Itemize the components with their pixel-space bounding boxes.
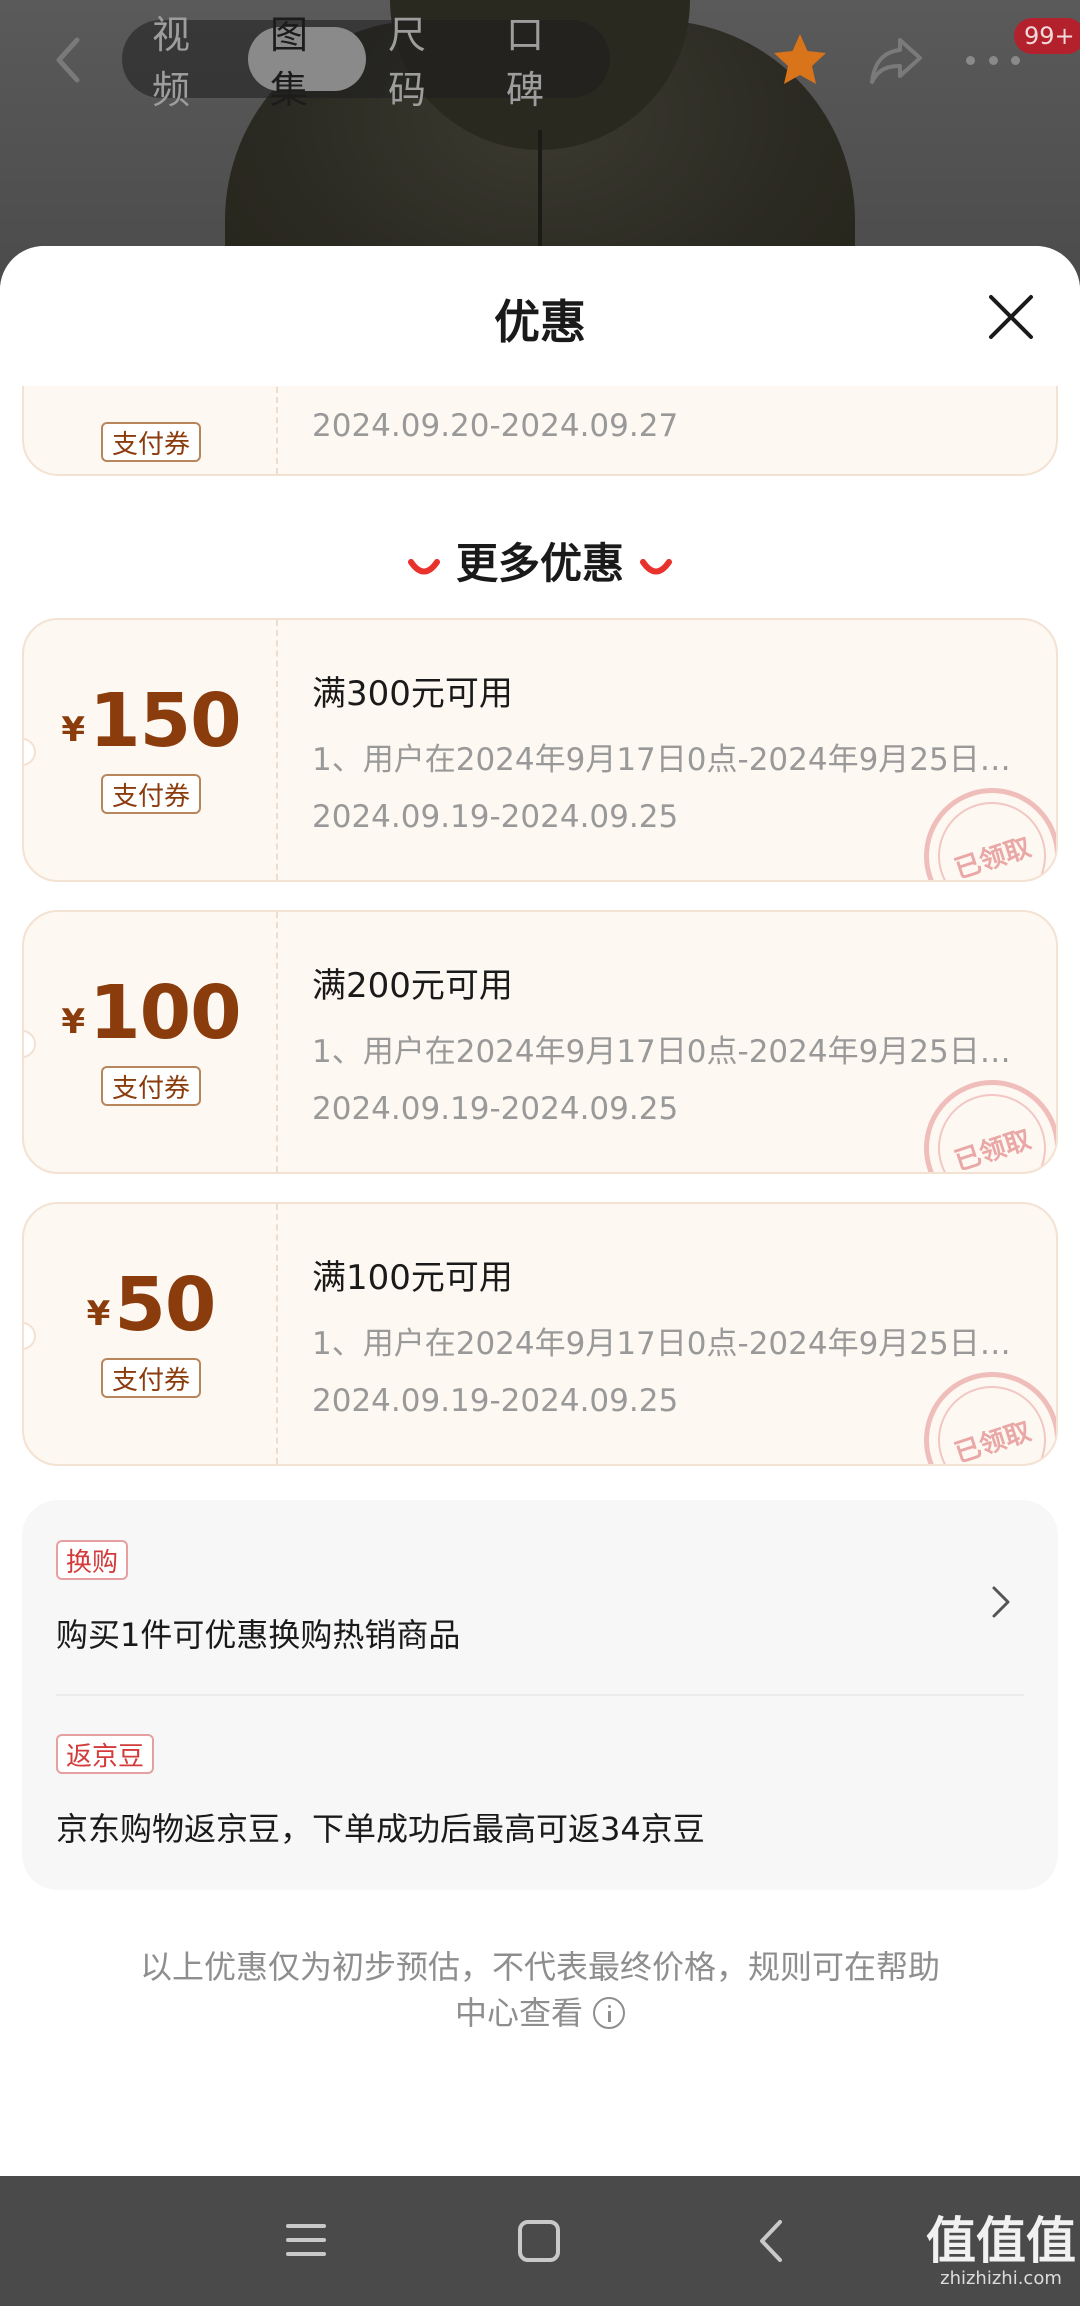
other-promotions: 换购 购买1件可优惠换购热销商品 返京豆 京东购物返京豆，下单成功后最高可返34… <box>22 1500 1058 1890</box>
more-discounts-title: 更多优惠 <box>0 530 1080 591</box>
coupon-description: 1、用户在2024年9月17日0点-2024年9月25日… <box>312 742 1011 778</box>
coupon-condition: 满300元可用 <box>312 674 513 714</box>
chevron-right-icon <box>992 1586 1010 1618</box>
sheet-title: 优惠 <box>494 295 586 349</box>
sheet-header: 优惠 <box>0 246 1080 386</box>
coupon-description: 1、用户在2024年9月17日0点-2024年9月25日… <box>312 1034 1011 1070</box>
coupon-amount: ¥50 <box>86 1262 217 1348</box>
coupon-amount: ¥100 <box>61 970 241 1056</box>
discount-sheet: 支付券 2024.09.20-2024.09.27 优惠 更多优惠 ¥150 支… <box>0 246 1080 2176</box>
favorite-button[interactable] <box>770 30 830 90</box>
more-discounts-label: 更多优惠 <box>455 539 624 588</box>
tab-reviews[interactable]: 口碑 <box>484 13 602 112</box>
share-button[interactable] <box>866 32 926 88</box>
coupon-date: 2024.09.19-2024.09.25 <box>312 799 679 835</box>
promo-tag: 返京豆 <box>56 1734 155 1774</box>
coupon-tag: 支付券 <box>101 1358 201 1398</box>
smile-icon <box>407 558 440 574</box>
nav-back-icon[interactable] <box>756 2218 786 2264</box>
more-button[interactable] <box>966 40 1020 80</box>
tab-size[interactable]: 尺码 <box>366 13 484 112</box>
media-tabs: 视频 图集 尺码 口碑 <box>122 13 610 112</box>
coupon-date: 2024.09.19-2024.09.25 <box>312 1383 679 1419</box>
more-icon <box>966 55 975 65</box>
divider <box>56 1694 1024 1696</box>
coupon-amount: ¥150 <box>61 678 241 764</box>
promo-text: 京东购物返京豆，下单成功后最高可返34京豆 <box>56 1810 705 1848</box>
star-icon <box>774 34 826 84</box>
coupon-card[interactable]: ¥100 支付券 满200元可用 1、用户在2024年9月17日0点-2024年… <box>22 910 1058 1174</box>
back-button[interactable] <box>40 28 96 92</box>
disclaimer: 以上优惠仅为初步预估，不代表最终价格，规则可在帮助中心查看 <box>139 1948 940 2032</box>
menu-icon[interactable] <box>286 2220 326 2260</box>
close-button[interactable] <box>986 292 1036 342</box>
coupon-card[interactable]: ¥50 支付券 满100元可用 1、用户在2024年9月17日0点-2024年9… <box>22 1202 1058 1466</box>
tab-video[interactable]: 视频 <box>130 13 248 112</box>
promo-tag: 换购 <box>56 1540 129 1580</box>
coupon-condition: 满200元可用 <box>312 966 513 1006</box>
coupon-tag: 支付券 <box>101 1066 201 1106</box>
coupon-tag: 支付券 <box>101 774 201 814</box>
back-icon <box>56 37 80 83</box>
share-icon <box>870 38 922 84</box>
coupon-description: 1、用户在2024年9月17日0点-2024年9月25日… <box>312 1326 1011 1362</box>
close-icon <box>989 295 1033 339</box>
coupon-card[interactable]: ¥150 支付券 满300元可用 1、用户在2024年9月17日0点-2024年… <box>22 618 1058 882</box>
coupon-date: 2024.09.20-2024.09.27 <box>312 408 679 444</box>
info-icon[interactable] <box>593 1997 625 2029</box>
home-icon[interactable] <box>518 2220 560 2262</box>
message-badge: 99+ <box>1014 18 1080 54</box>
tab-gallery[interactable]: 图集 <box>248 13 366 112</box>
coupon-date: 2024.09.19-2024.09.25 <box>312 1091 679 1127</box>
coupon-tag: 支付券 <box>101 422 201 462</box>
promo-text: 购买1件可优惠换购热销商品 <box>56 1616 461 1654</box>
watermark: 值值值 zhizhizhi.com <box>926 2212 1076 2289</box>
system-nav-bar <box>0 2176 1080 2306</box>
smile-icon <box>640 558 672 574</box>
coupon-condition: 满100元可用 <box>312 1258 513 1298</box>
